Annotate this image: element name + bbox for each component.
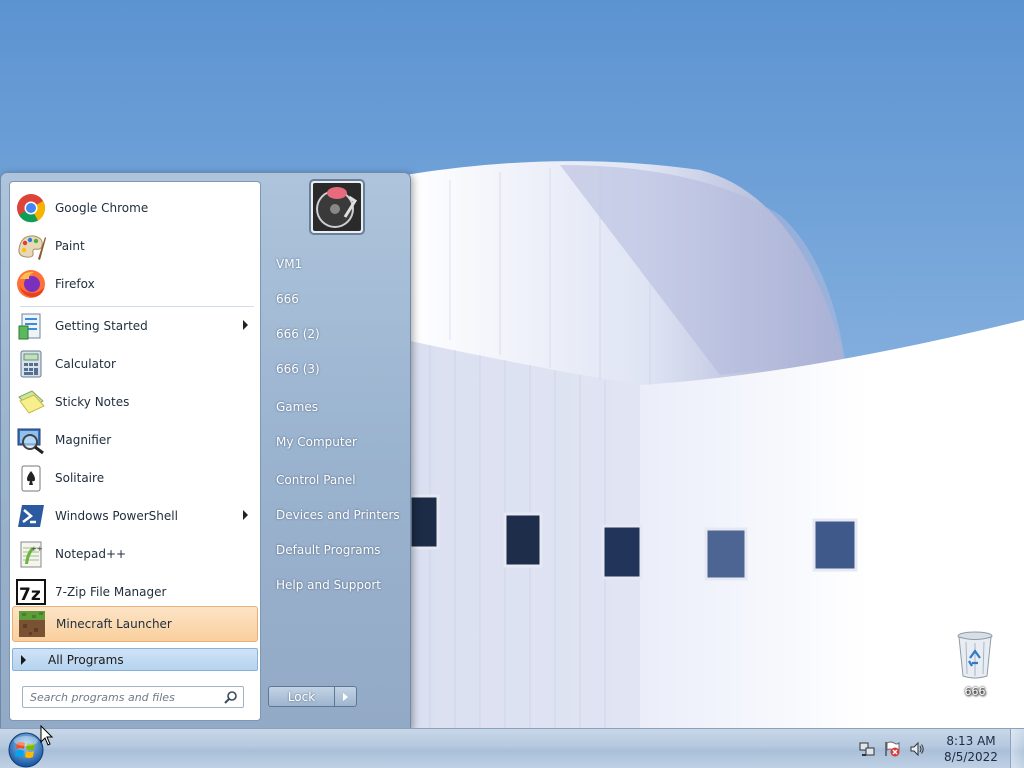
- right-item-games[interactable]: Games: [269, 393, 403, 421]
- program-label: Notepad++: [55, 547, 127, 561]
- program-notepad-plus-plus[interactable]: ++ Notepad++: [12, 536, 258, 572]
- right-item-label: Games: [276, 400, 318, 414]
- svg-text:++: ++: [31, 545, 43, 553]
- right-item-control-panel[interactable]: Control Panel: [269, 466, 403, 494]
- powershell-icon: [15, 500, 47, 532]
- right-separator: [271, 461, 399, 462]
- program-label: Calculator: [55, 357, 116, 371]
- program-label: Getting Started: [55, 319, 148, 333]
- submenu-arrow-icon[interactable]: [243, 510, 248, 520]
- submenu-arrow-icon[interactable]: [243, 320, 248, 330]
- program-label: 7-Zip File Manager: [55, 585, 167, 599]
- right-item-666-3[interactable]: 666 (3): [269, 355, 403, 383]
- search-icon[interactable]: [224, 690, 238, 704]
- minecraft-icon: [16, 608, 48, 640]
- program-solitaire[interactable]: Solitaire: [12, 460, 258, 496]
- right-item-666[interactable]: 666: [269, 285, 403, 313]
- show-desktop-button[interactable]: [1010, 729, 1024, 768]
- right-item-label: Default Programs: [276, 543, 381, 557]
- program-label: Minecraft Launcher: [56, 617, 172, 631]
- action-center-flag-icon[interactable]: [882, 739, 902, 759]
- right-item-label: Help and Support: [276, 578, 381, 592]
- program-minecraft-launcher[interactable]: Minecraft Launcher: [12, 606, 258, 642]
- program-7zip-file-manager[interactable]: 7z 7-Zip File Manager: [12, 574, 258, 610]
- firefox-icon: [15, 268, 47, 300]
- start-menu: Google Chrome Paint Firefox Getting Star…: [0, 172, 411, 729]
- right-item-label: Devices and Printers: [276, 508, 400, 522]
- right-item-label: 666: [276, 292, 299, 306]
- system-tray: 8:13 AM 8/5/2022: [857, 729, 1024, 768]
- program-magnifier[interactable]: Magnifier: [12, 422, 258, 458]
- pinned-separator: [20, 306, 254, 307]
- programs-pane: Google Chrome Paint Firefox Getting Star…: [9, 181, 261, 721]
- network-icon[interactable]: [857, 739, 877, 759]
- clock-time: 8:13 AM: [946, 734, 996, 748]
- sticky-notes-icon: [15, 386, 47, 418]
- program-google-chrome[interactable]: Google Chrome: [12, 190, 258, 226]
- power-options-arrow-button[interactable]: [335, 686, 357, 707]
- getting-started-icon: [15, 310, 47, 342]
- right-item-label: VM1: [276, 257, 303, 271]
- clock[interactable]: 8:13 AM 8/5/2022: [936, 733, 1006, 765]
- chrome-icon: [15, 192, 47, 224]
- program-sticky-notes[interactable]: Sticky Notes: [12, 384, 258, 420]
- 7zip-icon: 7z: [15, 576, 47, 608]
- recycle-bin[interactable]: 666: [944, 630, 1006, 698]
- svg-text:7z: 7z: [19, 585, 41, 605]
- program-paint[interactable]: Paint: [12, 228, 258, 264]
- program-label: Solitaire: [55, 471, 105, 485]
- paint-icon: [15, 230, 47, 262]
- program-windows-powershell[interactable]: Windows PowerShell: [12, 498, 258, 534]
- calculator-icon: [15, 348, 47, 380]
- volume-icon[interactable]: [907, 739, 927, 759]
- all-programs-button[interactable]: All Programs: [12, 648, 258, 671]
- chevron-right-icon: [343, 692, 348, 701]
- program-label: Google Chrome: [55, 201, 149, 215]
- taskbar: 8:13 AM 8/5/2022: [0, 728, 1024, 768]
- program-label: Paint: [55, 239, 85, 253]
- right-item-label: 666 (2): [276, 327, 320, 341]
- recycle-bin-label: 666: [964, 685, 986, 698]
- program-label: Sticky Notes: [55, 395, 130, 409]
- program-label: Windows PowerShell: [55, 509, 178, 523]
- program-getting-started[interactable]: Getting Started: [12, 308, 258, 344]
- right-item-devices-and-printers[interactable]: Devices and Printers: [269, 501, 403, 529]
- expand-arrow-icon: [21, 654, 26, 665]
- right-item-666-2[interactable]: 666 (2): [269, 320, 403, 348]
- lock-button[interactable]: Lock: [268, 686, 335, 707]
- program-calculator[interactable]: Calculator: [12, 346, 258, 382]
- program-firefox[interactable]: Firefox: [12, 266, 258, 302]
- solitaire-icon: [15, 462, 47, 494]
- search-box[interactable]: [22, 686, 244, 708]
- right-item-default-programs[interactable]: Default Programs: [269, 536, 403, 564]
- program-label: Firefox: [55, 277, 95, 291]
- user-avatar[interactable]: [309, 179, 365, 235]
- right-separator: [271, 388, 399, 389]
- right-item-vm1[interactable]: VM1: [269, 250, 403, 278]
- clock-date: 8/5/2022: [944, 750, 998, 764]
- search-input[interactable]: [23, 687, 221, 707]
- right-item-help-and-support[interactable]: Help and Support: [269, 571, 403, 599]
- start-button[interactable]: [6, 731, 46, 768]
- recycle-bin-icon: [957, 631, 993, 679]
- right-item-label: 666 (3): [276, 362, 320, 376]
- all-programs-label: All Programs: [48, 652, 124, 667]
- program-label: Magnifier: [55, 433, 112, 447]
- notepadpp-icon: ++: [15, 538, 47, 570]
- right-item-label: Control Panel: [276, 473, 356, 487]
- right-item-label: My Computer: [276, 435, 357, 449]
- magnifier-icon: [15, 424, 47, 456]
- right-item-my-computer[interactable]: My Computer: [269, 428, 403, 456]
